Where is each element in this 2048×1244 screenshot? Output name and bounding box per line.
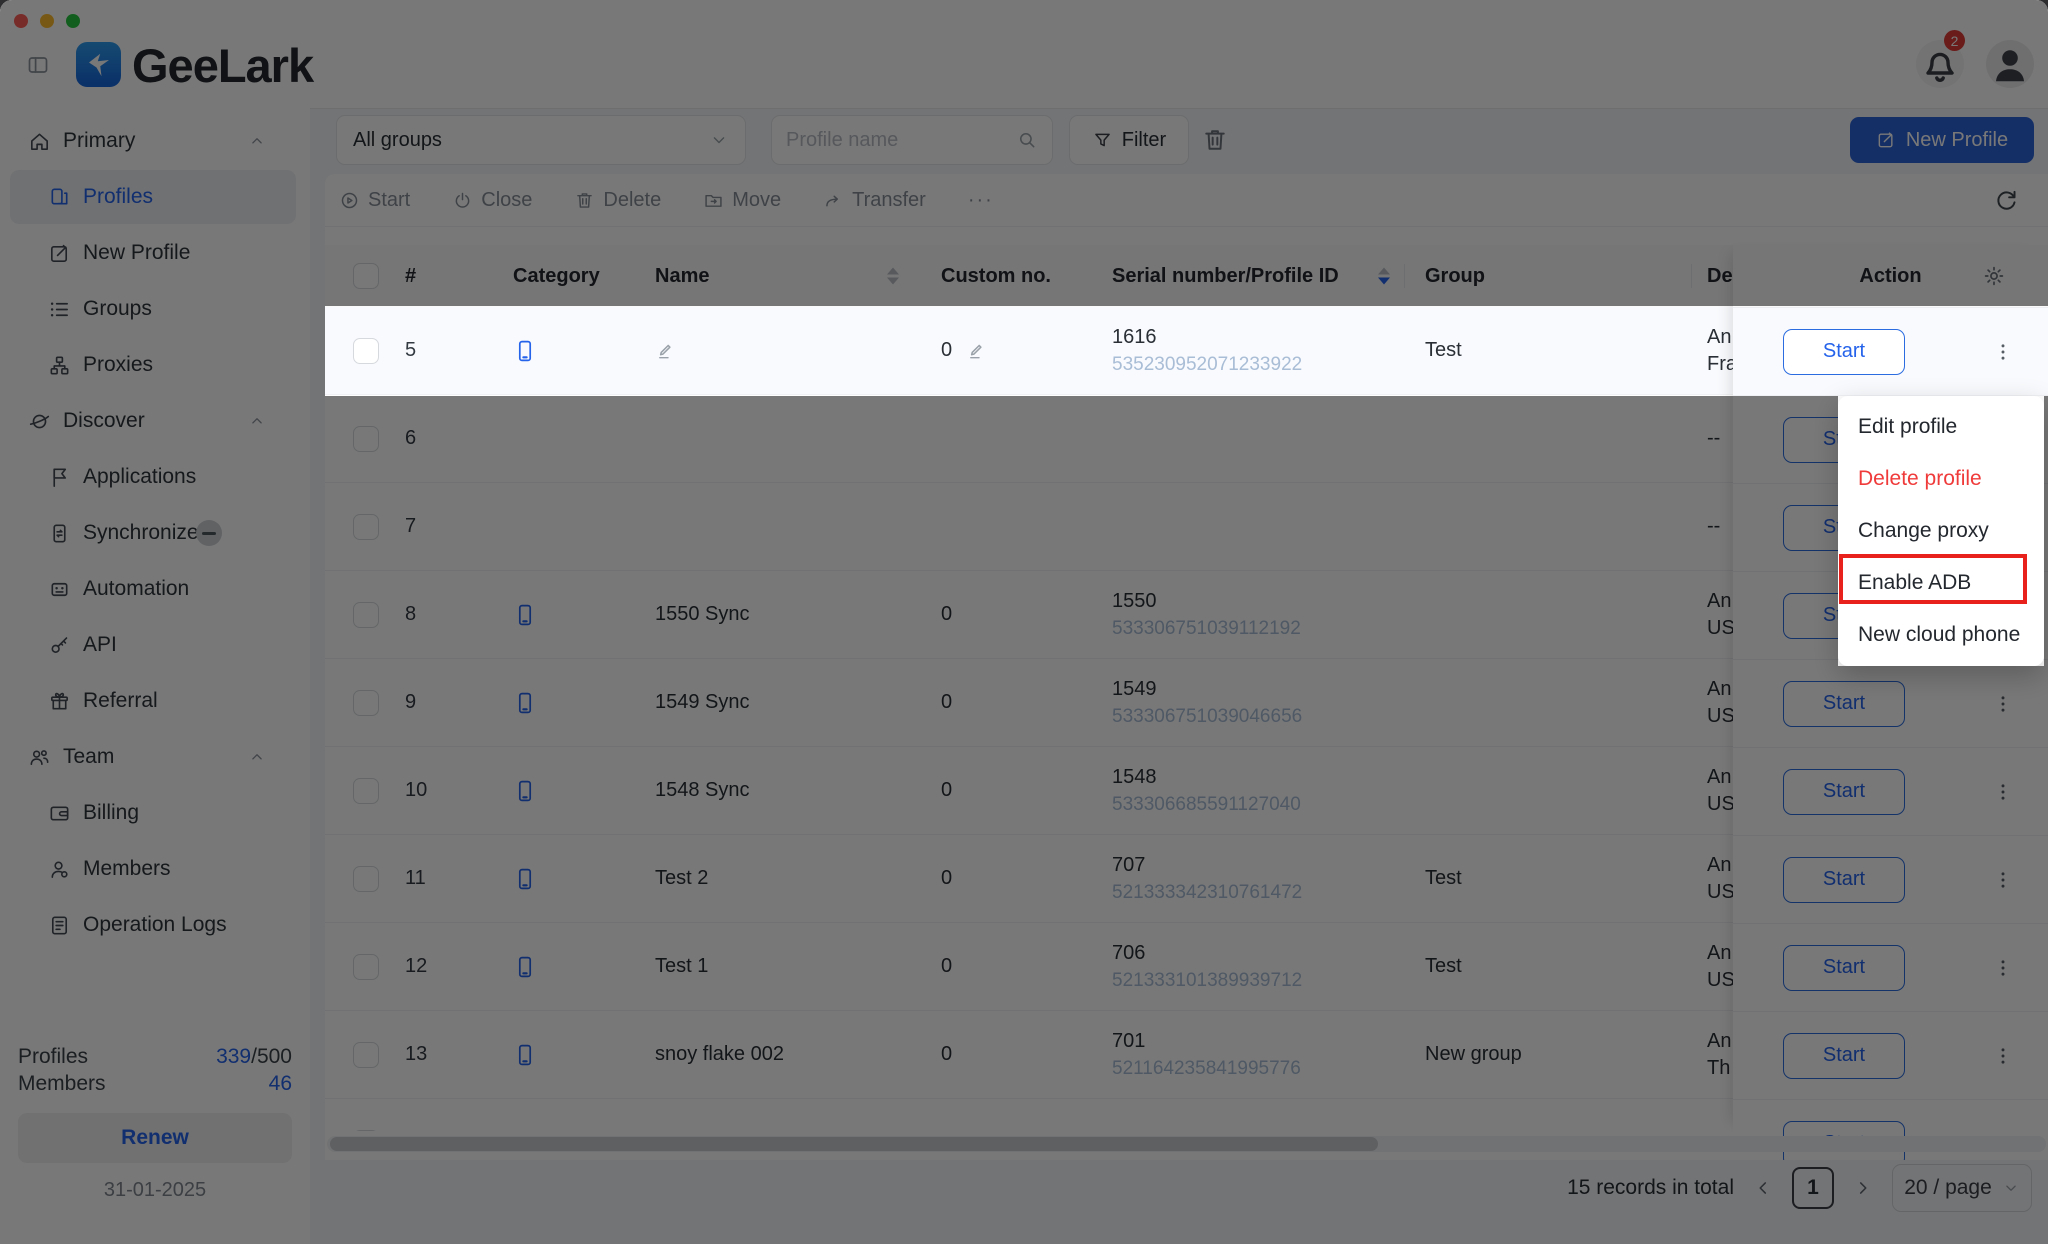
context-menu-item-new-cloud-phone[interactable]: New cloud phone <box>1838 609 2044 661</box>
context-menu-item-enable-adb[interactable]: Enable ADB <box>1838 557 2044 609</box>
group-name: Test <box>1404 307 1691 394</box>
context-menu-item-edit-profile[interactable]: Edit profile <box>1838 401 2044 453</box>
dim-overlay-right-sliver <box>2044 396 2048 666</box>
dim-overlay-middle <box>0 396 1838 666</box>
dim-overlay-top <box>0 0 2048 306</box>
profile-id[interactable]: 535230952071233922 <box>1112 351 1302 378</box>
dim-overlay-bottom <box>0 666 2048 1244</box>
row-number: 5 <box>385 307 490 394</box>
dim-overlay-left <box>0 306 325 396</box>
row-more-menu-icon[interactable] <box>1992 341 2014 363</box>
row-context-menu: Edit profileDelete profileChange proxyEn… <box>1838 396 2044 666</box>
edit-custom-no-pencil-icon[interactable] <box>966 340 988 362</box>
cloud-phone-icon <box>513 336 537 366</box>
context-menu-item-change-proxy[interactable]: Change proxy <box>1838 505 2044 557</box>
context-menu-item-delete-profile[interactable]: Delete profile <box>1838 453 2044 505</box>
start-button[interactable]: Start <box>1783 329 1905 375</box>
geelark-window: GeeLark 2 Primary Profiles New Profile G… <box>0 0 2048 1244</box>
row-checkbox[interactable] <box>353 338 379 364</box>
action-cell: Start <box>1733 308 2048 396</box>
serial-number: 1616 <box>1112 324 1302 351</box>
custom-no: 0 <box>941 339 952 362</box>
edit-name-pencil-icon[interactable] <box>655 340 677 362</box>
